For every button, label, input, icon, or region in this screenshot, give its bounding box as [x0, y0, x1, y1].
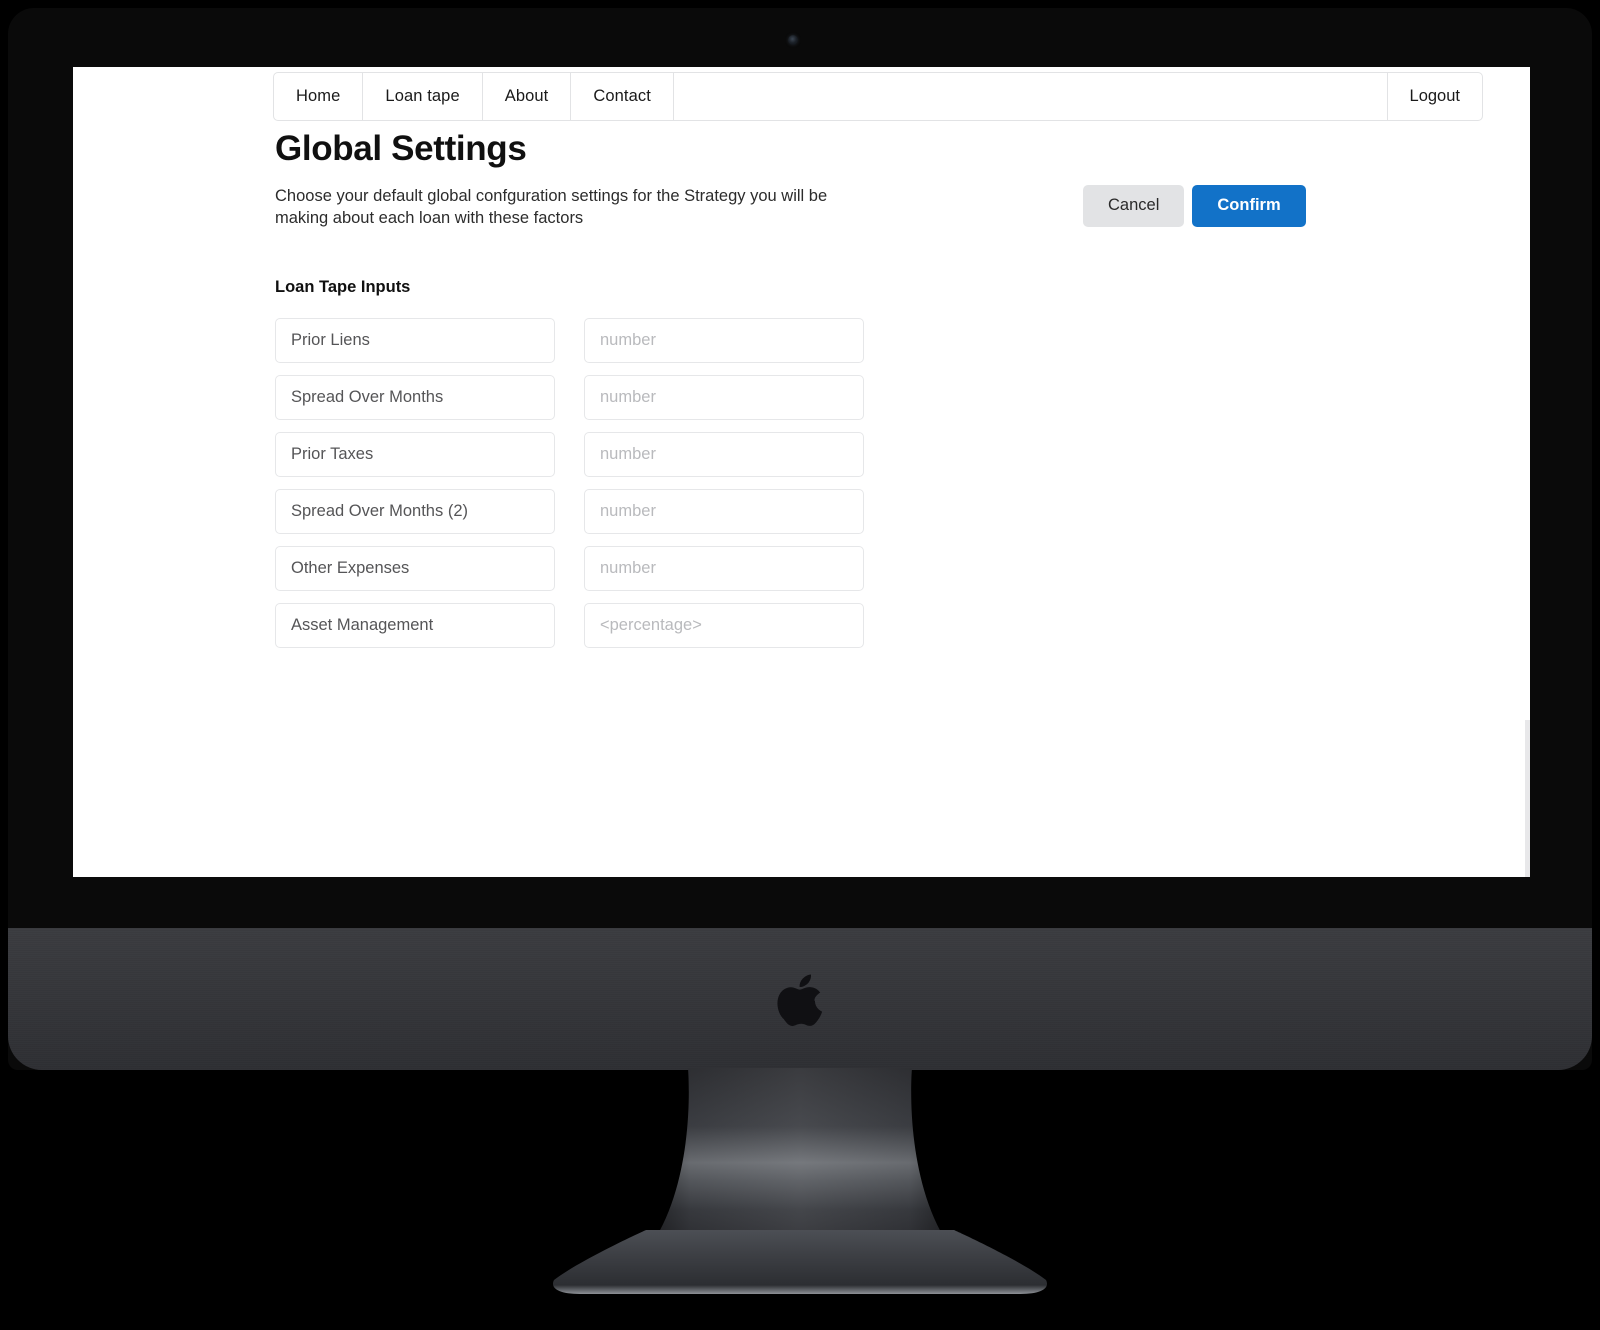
apple-logo-icon	[777, 974, 823, 1026]
camera-icon	[788, 35, 798, 45]
navbar: Home Loan tape About Contact Logout	[273, 72, 1483, 121]
field-label-spread-over-months-2[interactable]	[275, 488, 555, 534]
form-row	[275, 545, 1495, 591]
field-value-prior-liens[interactable]	[584, 317, 864, 363]
form-row	[275, 431, 1495, 477]
navbar-spacer	[674, 73, 1388, 120]
form-row	[275, 317, 1495, 363]
field-value-asset-management[interactable]	[584, 602, 864, 648]
field-value-spread-over-months[interactable]	[584, 374, 864, 420]
form-row	[275, 374, 1495, 420]
confirm-button[interactable]: Confirm	[1192, 185, 1306, 227]
field-label-prior-liens[interactable]	[275, 317, 555, 363]
screen-viewport: Home Loan tape About Contact Logout Glob…	[73, 67, 1530, 877]
page-content: Global Settings Choose your default glob…	[275, 122, 1495, 648]
nav-item-logout[interactable]: Logout	[1388, 73, 1482, 120]
nav-item-about-label: About	[504, 87, 549, 105]
nav-item-about[interactable]: About	[483, 73, 572, 120]
vertical-scrollbar[interactable]	[1525, 720, 1530, 877]
nav-item-contact-label: Contact	[593, 87, 651, 105]
section-title-loan-tape-inputs: Loan Tape Inputs	[275, 277, 411, 296]
field-label-asset-management[interactable]	[275, 602, 555, 648]
page-title: Global Settings	[275, 129, 527, 168]
nav-item-logout-label: Logout	[1409, 87, 1460, 105]
field-value-spread-over-months-2[interactable]	[584, 488, 864, 534]
form-row	[275, 602, 1495, 648]
field-label-prior-taxes[interactable]	[275, 431, 555, 477]
monitor-stand-base	[553, 1230, 1047, 1294]
nav-item-loan-tape-label: Loan tape	[385, 87, 460, 105]
loan-tape-inputs-form	[275, 317, 1495, 648]
field-label-spread-over-months[interactable]	[275, 374, 555, 420]
nav-item-contact[interactable]: Contact	[571, 73, 674, 120]
cancel-button[interactable]: Cancel	[1083, 185, 1185, 227]
imac-monitor-mockup: Home Loan tape About Contact Logout Glob…	[0, 0, 1600, 1330]
nav-item-loan-tape[interactable]: Loan tape	[363, 73, 483, 120]
field-value-other-expenses[interactable]	[584, 545, 864, 591]
nav-item-home[interactable]: Home	[274, 73, 364, 120]
form-row	[275, 488, 1495, 534]
header-actions: Cancel Confirm	[1083, 185, 1306, 227]
field-value-prior-taxes[interactable]	[584, 431, 864, 477]
nav-item-home-label: Home	[296, 87, 341, 105]
page-subtitle: Choose your default global confguration …	[275, 187, 828, 228]
monitor-chin	[8, 928, 1592, 1070]
field-label-other-expenses[interactable]	[275, 545, 555, 591]
